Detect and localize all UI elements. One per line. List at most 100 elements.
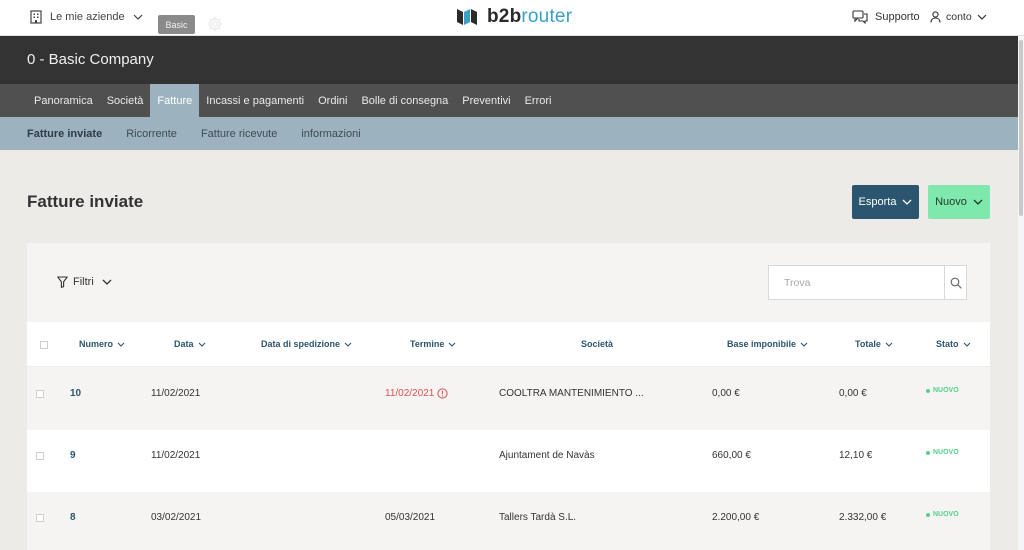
table-row[interactable]: 9 11/02/2021 Ajuntament de Navàs 660,00 … bbox=[27, 430, 990, 492]
invoice-date: 11/02/2021 bbox=[151, 388, 201, 399]
taxable-base: 0,00 € bbox=[712, 388, 740, 399]
my-companies-label: Le mie aziende bbox=[50, 11, 125, 23]
page-title: Fatture inviate bbox=[27, 192, 144, 211]
support-label: Supporto bbox=[875, 11, 920, 23]
building-icon bbox=[30, 10, 42, 24]
chevron-down-icon bbox=[800, 342, 808, 347]
search-box bbox=[768, 265, 967, 300]
filters-button[interactable]: Filtri bbox=[57, 276, 112, 288]
table-row[interactable]: 10 11/02/2021 11/02/2021 COOLTRA MANTENI… bbox=[27, 368, 990, 430]
nav-item-panoramica[interactable]: Panoramica bbox=[27, 84, 100, 117]
export-button[interactable]: Esporta bbox=[852, 185, 919, 219]
nav-item-bolle-consegna[interactable]: Bolle di consegna bbox=[354, 84, 455, 117]
invoice-number[interactable]: 9 bbox=[70, 450, 76, 461]
gear-icon[interactable] bbox=[207, 16, 223, 32]
tab-ricorrente[interactable]: Ricorrente bbox=[126, 117, 177, 150]
user-icon bbox=[930, 11, 941, 23]
column-termine[interactable]: Termine bbox=[410, 339, 456, 349]
column-totale[interactable]: Totale bbox=[855, 339, 893, 349]
invoice-date: 03/02/2021 bbox=[151, 512, 202, 523]
column-label: Stato bbox=[936, 339, 959, 349]
plan-badge: Basic bbox=[158, 15, 195, 34]
column-label: Totale bbox=[855, 339, 881, 349]
invoice-number[interactable]: 10 bbox=[70, 388, 81, 399]
scrollbar-thumb[interactable] bbox=[1019, 40, 1023, 216]
b2brouter-logo[interactable]: b2brouter bbox=[455, 5, 572, 29]
top-bar: Le mie aziende b2brouter Supporto conto bbox=[0, 0, 1024, 36]
chevron-down-icon bbox=[963, 342, 970, 347]
status-label: NUOVO bbox=[933, 449, 959, 456]
filter-icon bbox=[57, 276, 68, 288]
logo-text-b2b: b2b bbox=[487, 6, 522, 27]
search-icon bbox=[950, 277, 962, 289]
new-button[interactable]: Nuovo bbox=[928, 185, 990, 219]
due-date-value: 11/02/2021 bbox=[385, 388, 435, 399]
row-checkbox[interactable] bbox=[36, 452, 44, 460]
warning-icon bbox=[437, 388, 448, 399]
tab-informazioni[interactable]: informazioni bbox=[301, 117, 360, 150]
column-stato[interactable]: Stato bbox=[936, 339, 971, 349]
column-label: Base imponibile bbox=[727, 339, 797, 349]
nav-item-societa[interactable]: Società bbox=[100, 84, 151, 117]
new-label: Nuovo bbox=[935, 196, 967, 208]
column-label: Termine bbox=[410, 339, 445, 349]
tab-fatture-ricevute[interactable]: Fatture ricevute bbox=[201, 117, 277, 150]
search-input[interactable] bbox=[769, 266, 944, 299]
b2brouter-logo-icon bbox=[457, 9, 477, 25]
chevron-down-icon bbox=[902, 199, 912, 205]
nav-item-errori[interactable]: Errori bbox=[518, 84, 559, 117]
chat-bubbles-icon bbox=[852, 10, 868, 24]
select-all-checkbox[interactable] bbox=[40, 341, 48, 349]
taxable-base: 2.200,00 € bbox=[712, 512, 760, 523]
company-name-cell: Ajuntament de Navàs bbox=[499, 450, 595, 461]
account-dropdown[interactable]: conto bbox=[930, 11, 987, 23]
search-button[interactable] bbox=[944, 266, 966, 299]
column-data-spedizione[interactable]: Data di spedizione bbox=[261, 339, 352, 349]
main-nav: Panoramica Società Fatture Incassi e pag… bbox=[0, 84, 1018, 117]
account-label: conto bbox=[946, 11, 972, 23]
status-badge: NUOVO bbox=[926, 387, 959, 394]
status-badge: NUOVO bbox=[926, 511, 959, 518]
my-companies-dropdown[interactable]: Le mie aziende bbox=[30, 10, 143, 24]
status-dot bbox=[926, 512, 930, 517]
chevron-down-icon bbox=[977, 14, 987, 20]
nav-item-preventivi[interactable]: Preventivi bbox=[455, 84, 517, 117]
table-row[interactable]: 8 03/02/2021 05/03/2021 Tallers Tardà S.… bbox=[27, 492, 990, 550]
sub-nav: Fatture inviate Ricorrente Fatture ricev… bbox=[0, 117, 1018, 150]
invoice-number[interactable]: 8 bbox=[70, 512, 76, 523]
column-numero[interactable]: Numero bbox=[79, 339, 125, 349]
status-label: NUOVO bbox=[933, 387, 959, 394]
status-dot bbox=[926, 450, 930, 455]
column-societa[interactable]: Società bbox=[581, 339, 613, 349]
status-badge: NUOVO bbox=[926, 449, 959, 456]
total-amount: 2.332,00 € bbox=[839, 512, 887, 523]
invoice-date: 11/02/2021 bbox=[151, 450, 201, 461]
due-date: 05/03/2021 bbox=[385, 512, 436, 523]
filters-label: Filtri bbox=[73, 276, 94, 288]
total-amount: 12,10 € bbox=[839, 450, 873, 461]
chevron-down-icon bbox=[102, 279, 112, 285]
chevron-down-icon bbox=[198, 342, 205, 347]
taxable-base: 660,00 € bbox=[712, 450, 751, 461]
chevron-down-icon bbox=[448, 342, 456, 347]
nav-item-incassi-pagamenti[interactable]: Incassi e pagamenti bbox=[199, 84, 311, 117]
row-checkbox[interactable] bbox=[36, 514, 44, 522]
column-label: Numero bbox=[79, 339, 114, 349]
chevron-down-icon bbox=[344, 342, 352, 347]
tab-fatture-inviate[interactable]: Fatture inviate bbox=[27, 117, 102, 150]
company-name-cell: Tallers Tardà S.L. bbox=[499, 512, 577, 523]
column-label: Data di spedizione bbox=[261, 339, 341, 349]
nav-item-ordini[interactable]: Ordini bbox=[311, 84, 354, 117]
column-data[interactable]: Data bbox=[174, 339, 206, 349]
company-name-cell: COOLTRA MANTENIMIENTO ... bbox=[499, 388, 644, 399]
row-checkbox[interactable] bbox=[36, 390, 44, 398]
company-name[interactable]: 0 - Basic Company bbox=[27, 51, 154, 68]
logo-text: b2brouter bbox=[487, 6, 572, 28]
support-link[interactable]: Supporto bbox=[852, 10, 920, 24]
nav-item-fatture[interactable]: Fatture bbox=[150, 84, 200, 117]
column-label: Società bbox=[581, 339, 614, 349]
due-date-overdue: 11/02/2021 bbox=[385, 388, 448, 399]
column-base-imponibile[interactable]: Base imponibile bbox=[727, 339, 808, 349]
table-header: Numero Data Data di spedizione Termine S… bbox=[27, 322, 990, 367]
chevron-down-icon bbox=[885, 342, 893, 347]
